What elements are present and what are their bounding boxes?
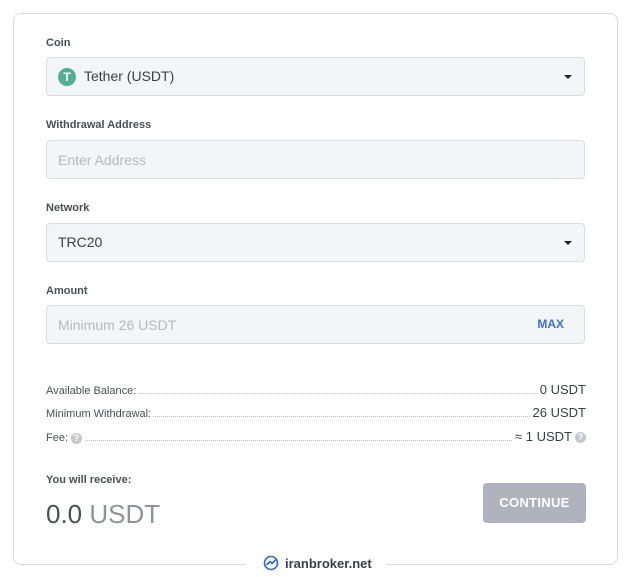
network-select[interactable]: TRC20 [46, 223, 585, 262]
minimum-withdrawal-row: Minimum Withdrawal: 26 USDT [46, 402, 586, 420]
amount-field-wrapper: MAX [46, 305, 585, 344]
iranbroker-logo-icon [263, 555, 279, 571]
available-balance-label: Available Balance: [46, 385, 139, 397]
minimum-withdrawal-value: 26 USDT [530, 405, 586, 420]
fee-value: ≈ 1 USDT [515, 429, 572, 444]
fee-label-wrapper: Fee:? [46, 432, 85, 444]
watermark-text: iranbroker.net [285, 556, 372, 571]
address-label: Withdrawal Address [46, 119, 152, 131]
receive-amount-value: 0.0 [46, 499, 83, 529]
amount-label: Amount [46, 285, 88, 297]
leader-dots [46, 440, 586, 441]
fee-value-wrapper: ≈ 1 USDT? [513, 429, 586, 444]
max-button[interactable]: MAX [537, 306, 564, 343]
tether-icon: T [58, 68, 76, 86]
receive-amount: 0.0 USDT [46, 499, 160, 530]
minimum-withdrawal-label: Minimum Withdrawal: [46, 408, 154, 420]
watermark: iranbroker.net [246, 550, 386, 577]
receive-label: You will receive: [46, 474, 132, 486]
fee-label: Fee: [46, 432, 69, 444]
receive-amount-unit: USDT [89, 499, 161, 529]
caret-down-icon [564, 75, 572, 79]
amount-input[interactable] [47, 306, 517, 343]
coin-select[interactable]: T Tether (USDT) [46, 57, 585, 96]
available-balance-row: Available Balance: 0 USDT [46, 379, 586, 397]
address-field-wrapper [46, 140, 585, 179]
network-label: Network [46, 202, 90, 214]
address-input[interactable] [47, 141, 584, 178]
available-balance-value: 0 USDT [537, 382, 586, 397]
continue-button[interactable]: CONTINUE [483, 483, 586, 523]
coin-selected-value: Tether (USDT) [84, 68, 175, 84]
network-selected-value: TRC20 [58, 234, 103, 250]
help-icon[interactable]: ? [575, 432, 586, 444]
fee-row: Fee:? ≈ 1 USDT? [46, 426, 586, 444]
caret-down-icon [564, 241, 572, 245]
help-icon[interactable]: ? [71, 432, 83, 444]
coin-label: Coin [46, 37, 71, 49]
